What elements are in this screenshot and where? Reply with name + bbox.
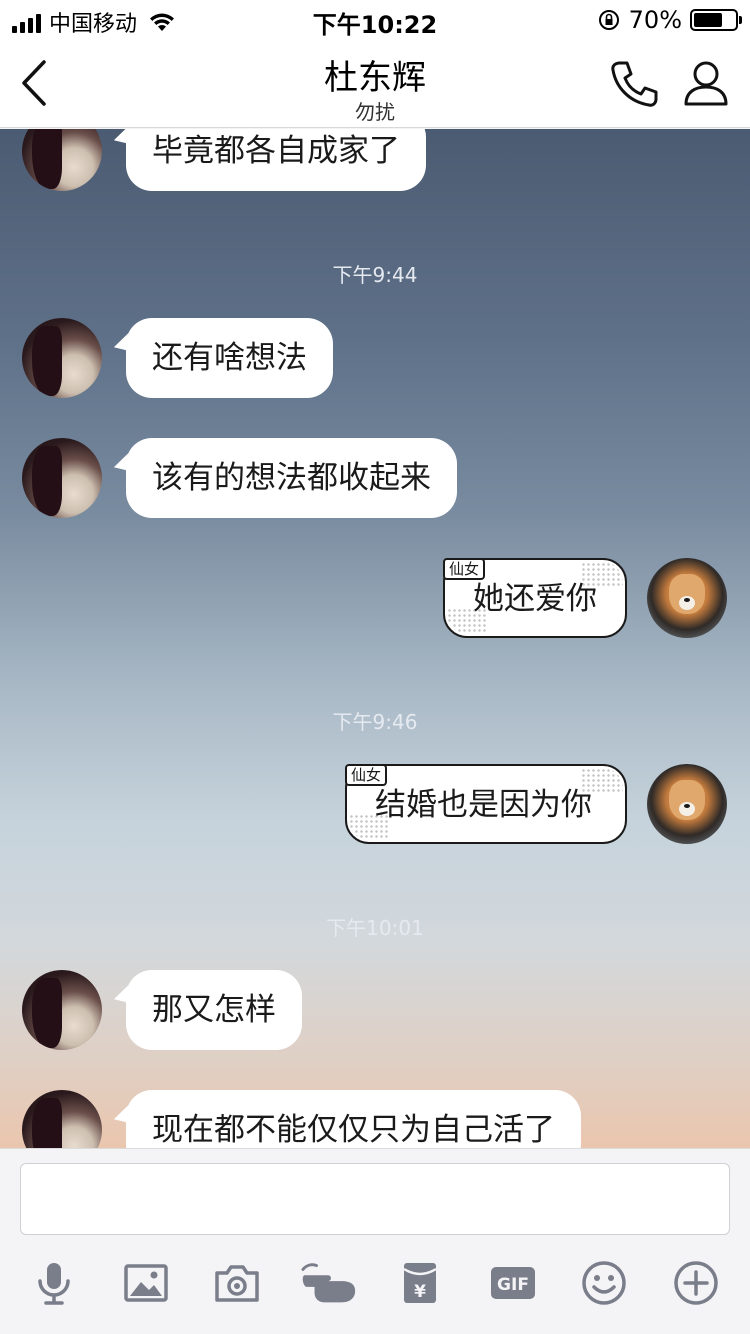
- plus-icon: [674, 1261, 718, 1305]
- contact-avatar[interactable]: [22, 438, 102, 518]
- status-right: 70%: [597, 6, 742, 34]
- contact-avatar[interactable]: [22, 318, 102, 398]
- chat-messages[interactable]: 毕竟都各自成家了 下午9:44 还有啥想法 该有的想法都收起来 仙女 她还爱你 …: [0, 129, 750, 1148]
- gif-button[interactable]: GIF: [487, 1257, 539, 1309]
- status-bar: 中国移动 下午10:22 70%: [0, 0, 750, 40]
- gif-icon: GIF: [491, 1267, 535, 1299]
- contact-avatar[interactable]: [22, 970, 102, 1050]
- message-timestamp: 下午9:44: [332, 263, 418, 287]
- message-timestamp: 下午10:01: [326, 916, 424, 940]
- camera-button[interactable]: [211, 1257, 263, 1309]
- input-toolbar: ¥ GIF: [0, 1257, 750, 1313]
- profile-button[interactable]: [682, 58, 730, 110]
- message-timestamp: 下午9:46: [332, 710, 418, 734]
- call-button[interactable]: [608, 58, 660, 110]
- message-text: 她还爱你: [473, 581, 597, 617]
- bubble-tag: 仙女: [345, 764, 388, 786]
- self-avatar[interactable]: [647, 558, 727, 638]
- message-text: 结婚也是因为你: [375, 787, 592, 823]
- self-avatar[interactable]: [647, 764, 727, 844]
- more-button[interactable]: [670, 1257, 722, 1309]
- image-icon: [124, 1264, 168, 1302]
- image-button[interactable]: [120, 1257, 172, 1309]
- message-bubble-left[interactable]: 现在都不能仅仅只为自己活了: [126, 1090, 581, 1148]
- message-bubble-left[interactable]: 还有啥想法: [126, 318, 333, 398]
- red-packet-label: ¥: [414, 1282, 426, 1302]
- message-bubble-left[interactable]: 该有的想法都收起来: [126, 438, 457, 518]
- gif-label: GIF: [497, 1275, 529, 1295]
- contact-avatar[interactable]: [22, 129, 102, 191]
- emoji-icon: [582, 1261, 626, 1305]
- voice-button[interactable]: [28, 1257, 80, 1309]
- message-bubble-left[interactable]: 那又怎样: [126, 970, 302, 1050]
- microphone-icon: [38, 1263, 70, 1305]
- orientation-lock-icon: [598, 10, 619, 30]
- red-packet-icon: ¥: [403, 1263, 437, 1303]
- poke-button[interactable]: [300, 1257, 360, 1309]
- message-bubble-left[interactable]: 毕竟都各自成家了: [126, 129, 426, 191]
- message-bubble-right[interactable]: 仙女 她还爱你: [443, 558, 627, 638]
- bubble-tag: 仙女: [443, 558, 486, 580]
- poke-hand-icon: [301, 1263, 356, 1303]
- battery-percent: 70%: [628, 6, 682, 34]
- phone-icon: [611, 61, 658, 107]
- input-area: ¥ GIF: [0, 1148, 750, 1334]
- red-packet-button[interactable]: ¥: [394, 1257, 446, 1309]
- person-icon: [684, 61, 728, 106]
- chat-header: 杜东辉 勿扰: [0, 40, 750, 128]
- contact-avatar[interactable]: [22, 1090, 102, 1148]
- message-bubble-right[interactable]: 仙女 结婚也是因为你: [345, 764, 627, 844]
- message-input[interactable]: [20, 1163, 730, 1235]
- emoji-button[interactable]: [578, 1257, 630, 1309]
- battery-icon: [690, 9, 742, 31]
- camera-icon: [215, 1265, 259, 1302]
